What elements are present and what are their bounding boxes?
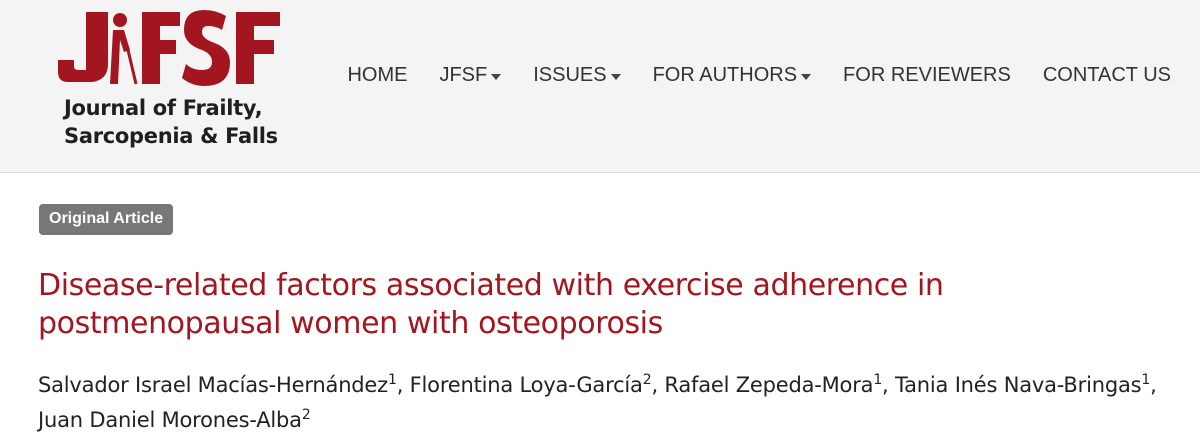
author-name[interactable]: Rafael Zepeda-Mora <box>664 373 873 397</box>
author-affiliation: 2 <box>642 372 652 388</box>
author-affiliation: 1 <box>873 372 883 388</box>
journal-name: Journal of Frailty, Sarcopenia & Falls <box>64 94 294 150</box>
author-name[interactable]: Florentina Loya-García <box>410 373 643 397</box>
nav-contact-us[interactable]: CONTACT US <box>1027 64 1171 87</box>
author-affiliation: 1 <box>387 372 397 388</box>
nav-jfsf[interactable]: JFSF <box>423 64 517 87</box>
article-title: Disease-related factors associated with … <box>38 268 944 341</box>
author-name[interactable]: Juan Daniel Morones-Alba <box>38 408 302 432</box>
nav-for-reviewers[interactable]: FOR REVIEWERS <box>827 64 1027 87</box>
jfsf-logo-mark <box>58 10 280 86</box>
nav-contact-us-label: CONTACT US <box>1042 64 1171 86</box>
caret-down-icon <box>610 73 621 80</box>
nav-for-authors-label: FOR AUTHORS <box>652 64 798 86</box>
author-name[interactable]: Tania Inés Nava-Bringas <box>895 373 1142 397</box>
main-nav: HOME JFSF ISSUES FOR AUTHORS FOR REVIEWE… <box>331 64 1171 87</box>
journal-logo[interactable]: Journal of Frailty, Sarcopenia & Falls <box>58 10 288 160</box>
caret-down-icon <box>491 73 502 80</box>
nav-issues[interactable]: ISSUES <box>517 64 636 87</box>
journal-name-line1: Journal of Frailty, <box>64 96 263 120</box>
nav-for-reviewers-label: FOR REVIEWERS <box>843 64 1011 86</box>
caret-down-icon <box>801 73 812 80</box>
author-affiliation: 1 <box>1141 372 1151 388</box>
author-name[interactable]: Salvador Israel Macías-Hernández <box>38 373 388 397</box>
nav-for-authors[interactable]: FOR AUTHORS <box>637 64 827 87</box>
nav-home[interactable]: HOME <box>331 64 423 87</box>
site-header: Journal of Frailty, Sarcopenia & Falls H… <box>0 0 1200 173</box>
nav-home-label: HOME <box>347 64 408 86</box>
journal-name-line2: Sarcopenia & Falls <box>64 124 278 148</box>
article-type-badge: Original Article <box>39 204 174 235</box>
author-affiliation: 2 <box>301 407 311 423</box>
nav-issues-label: ISSUES <box>533 64 607 86</box>
nav-jfsf-label: JFSF <box>439 64 488 86</box>
author-list: Salvador Israel Macías-Hernández1, Flore… <box>38 372 1157 432</box>
